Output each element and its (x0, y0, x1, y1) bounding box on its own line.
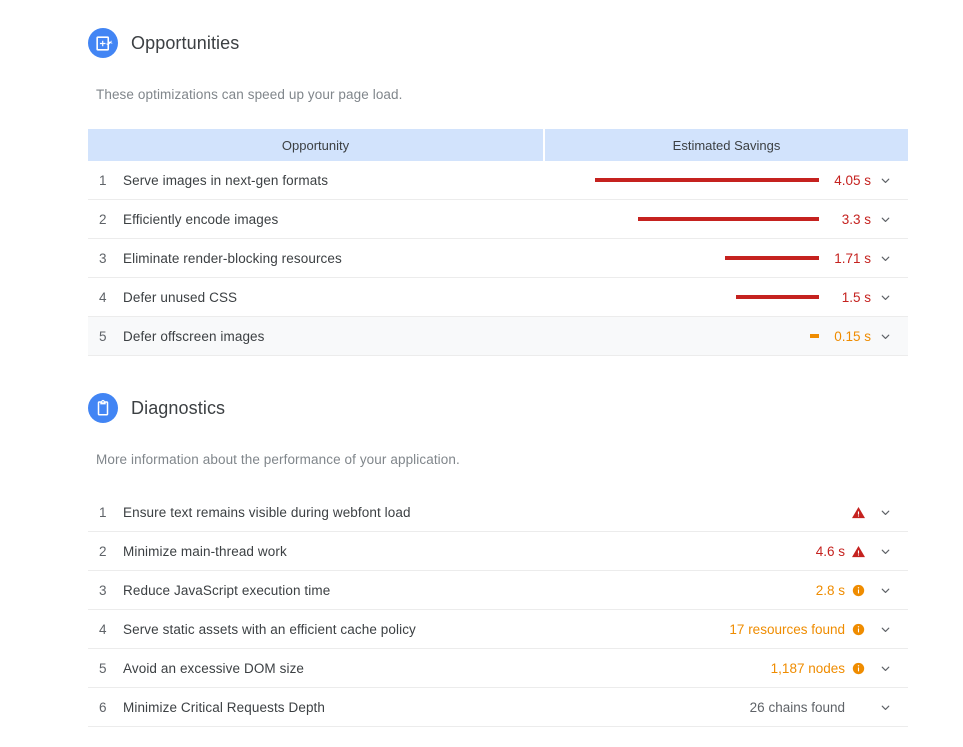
table-row[interactable]: 5 Defer offscreen images 0.15 s (88, 317, 908, 356)
chevron-down-icon[interactable] (871, 545, 899, 558)
warning-triangle-icon (845, 505, 871, 520)
table-row[interactable]: 6 Minimize Critical Requests Depth 26 chai… (88, 688, 908, 727)
savings-value: 1.5 s (841, 289, 871, 305)
chevron-down-icon[interactable] (871, 623, 899, 636)
clipboard-icon (88, 393, 118, 423)
opportunities-subtitle: These optimizations can speed up your pa… (96, 87, 403, 102)
row-status: 4.6 s (816, 544, 908, 559)
diagnostic-value: 2.8 s (815, 582, 845, 598)
savings-bar-track (586, 256, 819, 260)
row-index: 2 (99, 211, 107, 227)
row-savings: 4.05 s (586, 173, 908, 188)
row-savings: 1.5 s (586, 290, 908, 305)
table-row[interactable]: 3 Reduce JavaScript execution time 2.8 s (88, 571, 908, 610)
savings-bar-track (586, 178, 819, 182)
column-header-opportunity: Opportunity (281, 137, 350, 153)
info-circle-icon (845, 584, 871, 597)
opportunities-title: Opportunities (131, 33, 240, 53)
chevron-down-icon[interactable] (871, 252, 899, 265)
chevron-down-icon[interactable] (871, 584, 899, 597)
row-status: 1,187 nodes (771, 661, 908, 676)
opportunity-image-icon (88, 28, 118, 58)
savings-bar (736, 295, 819, 299)
row-status: 2.8 s (816, 583, 908, 598)
table-row[interactable]: 3 Eliminate render-blocking resources 1.71… (88, 239, 908, 278)
diagnostic-title: Avoid an excessive DOM size (123, 660, 305, 676)
column-header-estimated-savings: Estimated Savings (543, 129, 908, 161)
diagnostic-title: Minimize main-thread work (123, 543, 287, 559)
table-row[interactable]: 4 Defer unused CSS 1.5 s (88, 278, 908, 317)
chevron-down-icon[interactable] (871, 213, 899, 226)
opportunity-title: Eliminate render-blocking resources (123, 250, 342, 266)
savings-value: 1.71 s (834, 250, 871, 266)
row-index: 3 (99, 582, 107, 598)
diagnostic-title: Serve static assets with an efficient ca… (123, 621, 416, 637)
diagnostic-value: 1,187 nodes (770, 660, 845, 676)
row-index: 6 (99, 699, 107, 715)
row-savings: 1.71 s (586, 251, 908, 266)
opportunities-heading: Opportunities (88, 28, 239, 58)
savings-bar (595, 178, 819, 182)
row-savings: 3.3 s (586, 212, 908, 227)
info-circle-icon (845, 623, 871, 636)
diagnostics-title: Diagnostics (131, 398, 226, 418)
table-row[interactable]: 1 Serve images in next-gen formats 4.05 s (88, 161, 908, 200)
chevron-down-icon[interactable] (871, 506, 899, 519)
info-circle-icon (845, 662, 871, 675)
chevron-down-icon[interactable] (871, 291, 899, 304)
chevron-down-icon[interactable] (871, 174, 899, 187)
table-row[interactable]: 2 Minimize main-thread work 4.6 s (88, 532, 908, 571)
table-row[interactable]: 1 Ensure text remains visible during webf… (88, 493, 908, 532)
diagnostic-value: 4.6 s (815, 543, 845, 559)
diagnostics-heading: Diagnostics (88, 393, 225, 423)
row-savings: 0.15 s (586, 329, 908, 344)
savings-bar (638, 217, 819, 221)
opportunity-title: Serve images in next-gen formats (123, 172, 329, 188)
opportunity-title: Efficiently encode images (123, 211, 279, 227)
opportunities-table: Opportunity Estimated Savings 1 Serve ima… (88, 129, 908, 356)
diagnostic-title: Minimize Critical Requests Depth (123, 699, 326, 715)
opportunity-title: Defer unused CSS (123, 289, 238, 305)
diagnostics-table: 1 Ensure text remains visible during webf… (88, 493, 908, 727)
savings-value: 4.05 s (834, 172, 871, 188)
opportunity-title: Defer offscreen images (123, 328, 265, 344)
savings-bar-track (586, 295, 819, 299)
table-row[interactable]: 5 Avoid an excessive DOM size 1,187 nodes (88, 649, 908, 688)
row-index: 4 (99, 621, 107, 637)
row-index: 1 (99, 504, 107, 520)
opportunities-table-header: Opportunity Estimated Savings (88, 129, 908, 161)
table-row[interactable]: 4 Serve static assets with an efficient c… (88, 610, 908, 649)
row-index: 4 (99, 289, 107, 305)
diagnostic-title: Reduce JavaScript execution time (123, 582, 331, 598)
savings-value: 0.15 s (834, 328, 871, 344)
warning-triangle-icon (845, 544, 871, 559)
row-index: 1 (99, 172, 107, 188)
row-status (845, 505, 908, 520)
row-index: 5 (99, 660, 107, 676)
row-status: 26 chains found (750, 700, 908, 715)
savings-value: 3.3 s (841, 211, 871, 227)
savings-bar-track (586, 334, 819, 338)
lighthouse-report-page: Opportunities These optimizations can sp… (0, 0, 963, 747)
row-index: 2 (99, 543, 107, 559)
chevron-down-icon[interactable] (871, 701, 899, 714)
chevron-down-icon[interactable] (871, 662, 899, 675)
diagnostics-subtitle: More information about the performance o… (96, 452, 460, 467)
chevron-down-icon[interactable] (871, 330, 899, 343)
diagnostic-title: Ensure text remains visible during webfo… (123, 504, 411, 520)
row-index: 3 (99, 250, 107, 266)
savings-bar (810, 334, 819, 338)
savings-bar (725, 256, 819, 260)
diagnostic-value: 26 chains found (749, 699, 845, 715)
savings-bar-track (586, 217, 819, 221)
row-index: 5 (99, 328, 107, 344)
diagnostic-value: 17 resources found (729, 621, 845, 637)
row-status: 17 resources found (729, 622, 908, 637)
table-row[interactable]: 2 Efficiently encode images 3.3 s (88, 200, 908, 239)
